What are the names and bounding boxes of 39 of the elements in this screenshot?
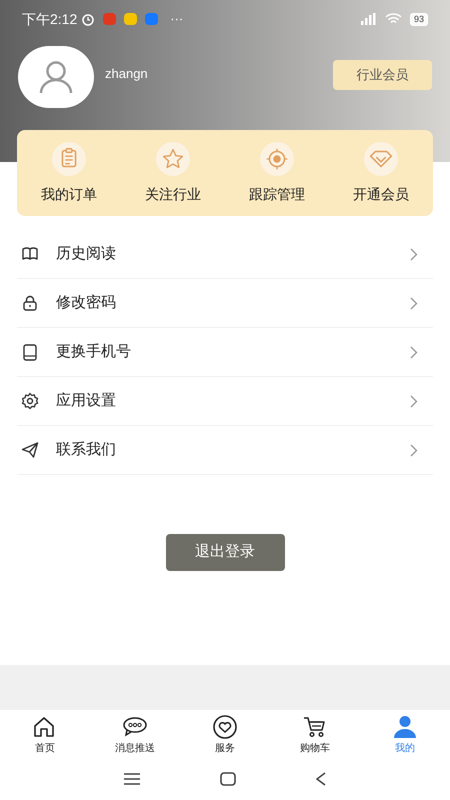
menu-icon[interactable] [124, 772, 140, 784]
home-button-icon[interactable] [220, 772, 236, 786]
app-notification-icon [103, 13, 116, 25]
chevron-icon [410, 296, 418, 310]
chevron-icon [410, 444, 418, 456]
alarm-icon [81, 12, 96, 26]
member-button[interactable]: 行业会员 [333, 60, 432, 90]
menu-item[interactable]: 历史阅读 [17, 230, 433, 279]
settings-icon [21, 392, 39, 410]
quick-action[interactable]: 我的订单 [17, 130, 121, 216]
status-time: 下午2:12 [22, 10, 78, 28]
quick-action[interactable]: 关注行业 [121, 130, 225, 216]
logout-button[interactable]: 退出登录 [166, 534, 284, 571]
chevron-icon [410, 394, 418, 408]
person-icon [38, 60, 74, 94]
menu-item[interactable]: 更换手机号 [17, 328, 433, 377]
tab[interactable]: 首页 [0, 710, 90, 757]
tab[interactable]: 服务 [180, 710, 270, 757]
wifi-icon [384, 13, 402, 25]
menu-item[interactable]: 联系我们 [17, 426, 433, 475]
username: zhangn [105, 65, 148, 83]
person-icon [392, 715, 418, 739]
tab[interactable]: 购物车 [270, 710, 360, 757]
menu-item[interactable]: 修改密码 [17, 279, 433, 328]
app-notification-icon [124, 13, 138, 25]
lock-icon [21, 294, 39, 312]
quick-action[interactable]: 开通会员 [329, 130, 433, 216]
chat-bubble-icon [122, 715, 148, 739]
menu-item[interactable]: 应用设置 [17, 377, 433, 426]
phone-icon [21, 343, 39, 361]
paper-plane-icon [21, 441, 39, 459]
more-notifications: ··· [170, 10, 184, 28]
app-notification-icon [145, 13, 158, 25]
back-icon[interactable] [316, 772, 326, 786]
tab[interactable]: 我的 [360, 710, 450, 757]
tab[interactable]: 消息推送 [90, 710, 180, 757]
quick-action[interactable]: 跟踪管理 [225, 130, 329, 216]
chevron-icon [410, 346, 418, 358]
chevron-icon [410, 248, 418, 260]
